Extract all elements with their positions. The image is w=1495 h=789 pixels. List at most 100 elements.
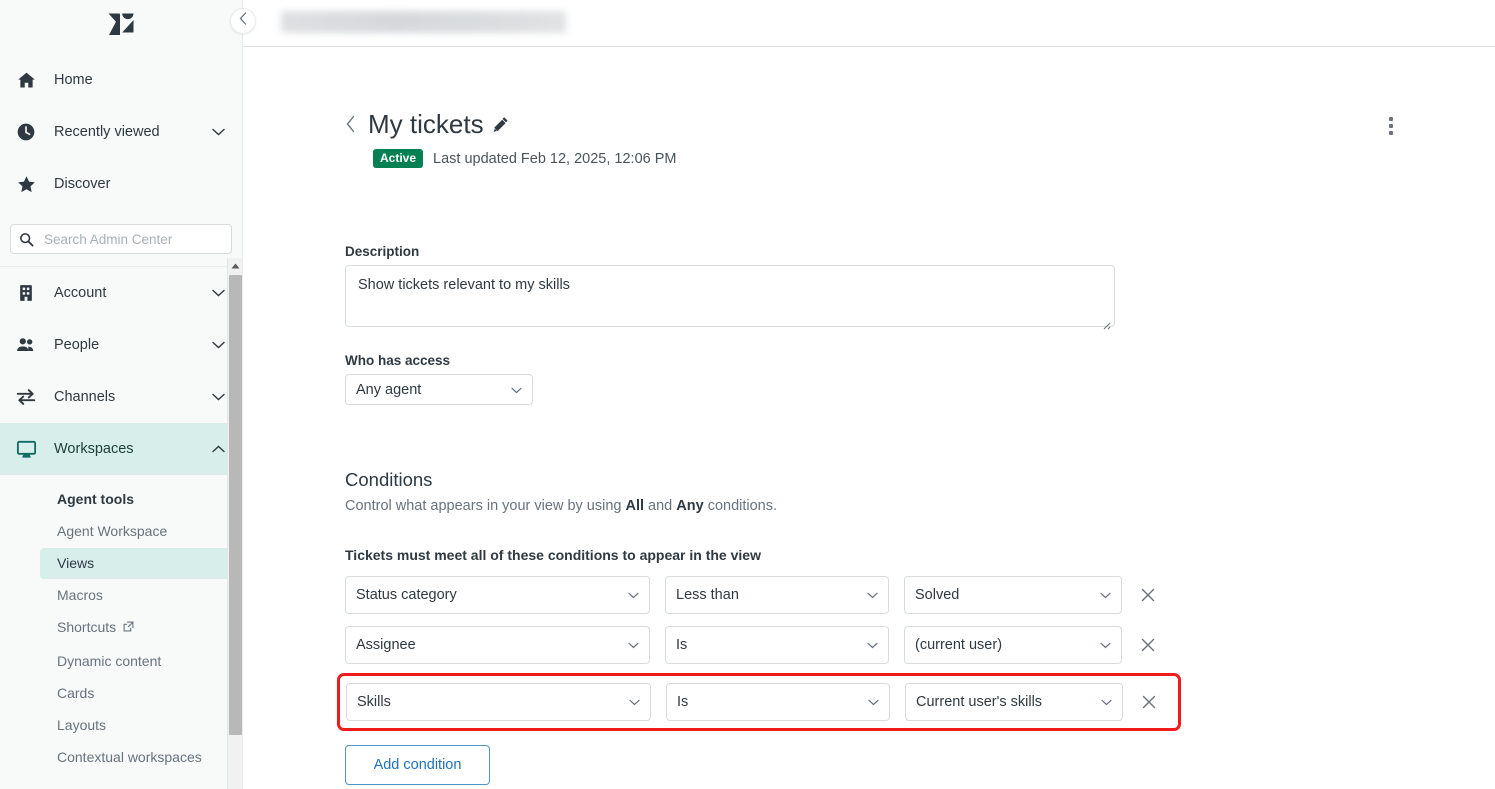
sidebar-item-account[interactable]: Account (0, 267, 242, 319)
chevron-down-icon (210, 289, 226, 297)
chevron-down-icon (628, 587, 639, 603)
chevron-down-icon (1101, 694, 1112, 710)
sidebar-item-cards[interactable]: Cards (40, 678, 234, 709)
sidebar-item-workspaces[interactable]: Workspaces (0, 423, 242, 475)
condition-operator-select[interactable]: Is (665, 626, 889, 664)
subtitle-mid: and (644, 498, 677, 514)
condition-field-select[interactable]: Status category (345, 576, 650, 614)
conditions-title: Conditions (345, 469, 433, 490)
add-condition-button[interactable]: Add condition (345, 745, 490, 785)
sidebar-secondary-nav: Account People Channels Workspaces (0, 266, 242, 475)
sidebar-item-label: Home (54, 72, 93, 88)
sidebar-item-contextual-workspaces[interactable]: Contextual workspaces (40, 742, 234, 773)
redacted-url-text (281, 11, 566, 33)
view-header: My tickets Active Last updated Feb 12, 2… (345, 109, 677, 168)
condition-field-select[interactable]: Assignee (345, 626, 650, 664)
status-badge: Active (373, 149, 424, 168)
scroll-up-arrow-icon[interactable] (228, 258, 242, 273)
sidebar-subnav: Agent tools Agent Workspace Views Macros… (0, 475, 242, 773)
remove-condition-icon[interactable] (1134, 687, 1164, 717)
sidebar-item-views[interactable]: Views (40, 548, 234, 579)
subtitle-all: All (625, 498, 645, 514)
search-container (0, 210, 242, 266)
sidebar-item-label: Channels (54, 389, 116, 405)
sidebar-primary-nav: Home Recently viewed Discover (0, 46, 242, 210)
subtitle-any: Any (676, 498, 704, 514)
collapse-sidebar-button[interactable] (230, 8, 256, 34)
remove-condition-icon[interactable] (1133, 630, 1163, 660)
condition-field-select[interactable]: Skills (346, 683, 651, 721)
condition-operator-value: Is (677, 694, 689, 710)
subnav-item-label: Layouts (57, 717, 107, 733)
chevron-down-icon (868, 694, 879, 710)
sidebar-item-layouts[interactable]: Layouts (40, 710, 234, 741)
condition-row-highlighted: Skills Is Current user's skills (337, 673, 1181, 731)
admin-center-page: Home Recently viewed Discover Search Adm… (0, 0, 1495, 789)
sidebar-item-label: Discover (54, 176, 111, 192)
conditions-block: Conditions Control what appears in your … (337, 469, 1345, 785)
condition-operator-value: Less than (676, 587, 739, 603)
condition-field-value: Status category (356, 587, 457, 603)
external-link-icon (123, 621, 134, 635)
sidebar-item-home[interactable]: Home (0, 54, 242, 106)
access-label: Who has access (345, 353, 451, 368)
chevron-down-icon (210, 128, 226, 136)
condition-value-select[interactable]: Solved (904, 576, 1122, 614)
remove-condition-icon[interactable] (1133, 580, 1163, 610)
condition-value-value: (current user) (915, 637, 1003, 653)
condition-operator-value: Is (676, 637, 688, 653)
chevron-down-icon (1100, 587, 1111, 603)
sidebar-item-recently-viewed[interactable]: Recently viewed (0, 106, 242, 158)
search-icon (19, 232, 34, 247)
sidebar-scrollbar[interactable] (227, 258, 242, 789)
chevron-left-icon (239, 12, 247, 30)
condition-row: Assignee Is (current user) (345, 626, 1345, 664)
condition-value-value: Solved (915, 587, 960, 603)
condition-field-value: Assignee (356, 637, 416, 653)
access-block: Who has access Any agent (345, 353, 533, 405)
sidebar-item-channels[interactable]: Channels (0, 371, 242, 423)
sidebar-item-label: Workspaces (54, 441, 134, 457)
kebab-dot (1389, 131, 1393, 135)
condition-value-select[interactable]: (current user) (904, 626, 1122, 664)
sidebar-item-dynamic-content[interactable]: Dynamic content (40, 646, 234, 677)
subtitle-pre: Control what appears in your view by usi… (345, 498, 626, 514)
subnav-item-label: Shortcuts (57, 619, 117, 635)
search-input[interactable] (42, 230, 223, 248)
chevron-down-icon (867, 637, 878, 653)
channels-icon (12, 386, 40, 408)
condition-operator-select[interactable]: Is (666, 683, 890, 721)
sidebar-item-label: Recently viewed (54, 124, 160, 140)
subtitle-post: conditions. (703, 498, 778, 514)
zendesk-logo (108, 13, 134, 35)
subnav-item-label: Dynamic content (57, 653, 162, 669)
sidebar-item-macros[interactable]: Macros (40, 580, 234, 611)
top-bar (230, 0, 1495, 47)
sidebar-item-shortcuts[interactable]: Shortcuts (40, 612, 234, 645)
brand-header (0, 0, 242, 46)
subnav-item-label: Contextual workspaces (57, 749, 202, 765)
sidebar-item-agent-workspace[interactable]: Agent Workspace (40, 516, 234, 547)
subnav-heading: Agent tools (57, 491, 134, 507)
description-input[interactable] (345, 265, 1115, 327)
condition-value-select[interactable]: Current user's skills (905, 683, 1123, 721)
page-title: My tickets (368, 109, 484, 139)
star-icon (12, 174, 40, 195)
last-updated-text: Last updated Feb 12, 2025, 12:06 PM (433, 150, 677, 167)
access-select[interactable]: Any agent (345, 374, 533, 405)
home-icon (12, 70, 40, 91)
kebab-menu-icon[interactable] (1375, 110, 1407, 142)
pencil-icon[interactable] (493, 116, 509, 132)
sidebar-item-people[interactable]: People (0, 319, 242, 371)
subnav-item-label: Agent Workspace (57, 523, 168, 539)
condition-value-value: Current user's skills (916, 694, 1043, 710)
scrollbar-thumb[interactable] (229, 275, 242, 735)
main-content: My tickets Active Last updated Feb 12, 2… (243, 47, 1495, 789)
back-chevron-icon[interactable] (345, 115, 356, 133)
subnav-item-label: Macros (57, 587, 103, 603)
monitor-icon (12, 438, 40, 461)
sidebar-item-discover[interactable]: Discover (0, 158, 242, 210)
search-box[interactable] (10, 224, 232, 254)
condition-operator-select[interactable]: Less than (665, 576, 889, 614)
people-icon (12, 334, 40, 356)
